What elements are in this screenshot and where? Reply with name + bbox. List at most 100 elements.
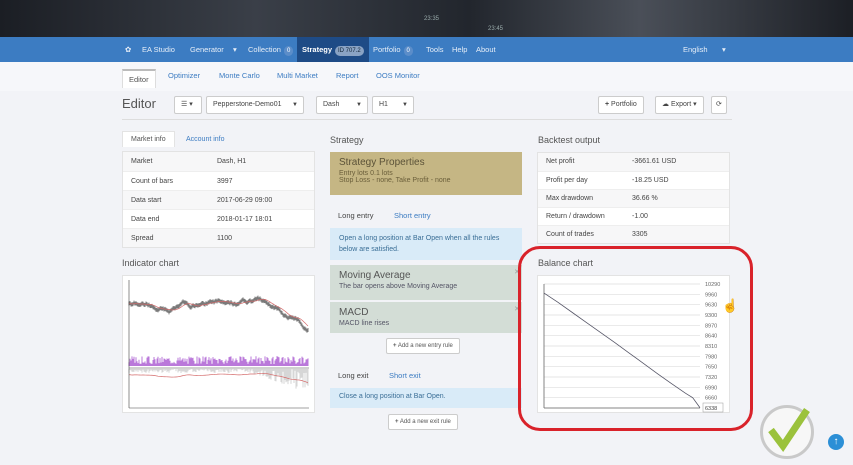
props-line: Stop Loss - none, Take Profit - none bbox=[339, 177, 451, 184]
rule-desc: MACD line rises bbox=[339, 320, 390, 327]
period-select[interactable]: H1 ▼ bbox=[372, 96, 414, 114]
caret-down-icon: ▼ bbox=[402, 102, 408, 108]
button-label: Portfolio bbox=[611, 101, 637, 108]
backtest-output-table: Net profit -3661.61 USD Profit per day -18.… bbox=[537, 152, 730, 244]
select-value: H1 bbox=[379, 101, 388, 108]
table-row: Max drawdown 36.66 % bbox=[538, 189, 729, 207]
checkmark-icon bbox=[768, 408, 810, 453]
nav-label: Strategy bbox=[302, 45, 333, 54]
language-select[interactable]: English bbox=[683, 37, 708, 62]
add-portfolio-button[interactable]: + Portfolio bbox=[598, 96, 644, 114]
nav-about[interactable]: About bbox=[476, 37, 496, 62]
id-badge: ID 707.2 bbox=[335, 46, 364, 56]
tab-long-entry[interactable]: Long entry bbox=[338, 211, 373, 220]
scroll-top-button[interactable]: ↑ bbox=[828, 434, 844, 450]
props-line: Entry lots 0.1 lots bbox=[339, 170, 393, 177]
indicator-chart-svg bbox=[128, 280, 309, 409]
rule-name: Moving Average bbox=[339, 270, 411, 281]
row-label: Max drawdown bbox=[546, 195, 594, 202]
indicator-chart-title: Indicator chart bbox=[122, 258, 180, 268]
plus-icon: + bbox=[605, 101, 610, 108]
tab-oos-monitor[interactable]: OOS Monitor bbox=[376, 71, 420, 80]
caret-down-icon[interactable]: ▾ bbox=[233, 37, 237, 62]
tab-report[interactable]: Report bbox=[336, 71, 359, 80]
row-value: 3305 bbox=[632, 231, 648, 238]
rule-name: MACD bbox=[339, 307, 369, 318]
hand-cursor-icon: ☝ bbox=[722, 298, 739, 313]
table-row: Market Dash, H1 bbox=[123, 152, 314, 171]
highlight-outline bbox=[518, 246, 753, 431]
caret-down-icon[interactable]: ▾ bbox=[722, 37, 726, 62]
row-label: Data start bbox=[131, 197, 162, 204]
table-row: Spread 1100 bbox=[123, 228, 314, 247]
plus-icon: + bbox=[395, 419, 399, 425]
add-entry-rule-button[interactable]: + Add a new entry rule bbox=[386, 338, 460, 354]
tab-short-entry[interactable]: Short entry bbox=[394, 211, 431, 220]
tab-optimizer[interactable]: Optimizer bbox=[168, 71, 200, 80]
row-label: Data end bbox=[131, 216, 160, 223]
nav-collection[interactable]: Collection 0 bbox=[248, 37, 294, 62]
menu-button[interactable]: ☰ ▾ bbox=[174, 96, 202, 114]
tab-short-exit[interactable]: Short exit bbox=[389, 371, 421, 380]
background-photo: 23:35 23:45 bbox=[0, 0, 853, 37]
row-value: 1100 bbox=[217, 235, 233, 242]
button-label: Add a new entry rule bbox=[397, 343, 453, 349]
row-value: -1.00 bbox=[632, 213, 648, 220]
table-row: Data start 2017-06-29 09:00 bbox=[123, 190, 314, 209]
row-value: -3661.61 USD bbox=[632, 158, 677, 165]
strategy-properties[interactable]: Strategy Properties Entry lots 0.1 lots … bbox=[330, 152, 522, 195]
nav-label: Collection bbox=[248, 45, 281, 54]
tab-editor[interactable]: Editor bbox=[122, 69, 156, 88]
page-title: Editor bbox=[122, 96, 156, 111]
props-title: Strategy Properties bbox=[339, 157, 425, 168]
tab-multi-market[interactable]: Multi Market bbox=[277, 71, 318, 80]
symbol-select[interactable]: Dash ▼ bbox=[316, 96, 368, 114]
table-row: Return / drawdown -1.00 bbox=[538, 207, 729, 225]
table-row: Net profit -3661.61 USD bbox=[538, 153, 729, 171]
nav-tools[interactable]: Tools bbox=[426, 37, 444, 62]
row-label: Return / drawdown bbox=[546, 213, 605, 220]
exit-description: Close a long position at Bar Open. bbox=[330, 388, 522, 408]
gear-icon[interactable]: ✿ bbox=[125, 37, 131, 62]
indicator-chart bbox=[122, 275, 315, 413]
row-value: Dash, H1 bbox=[217, 158, 247, 165]
entry-rule-macd[interactable]: MACD MACD line rises ✕ bbox=[330, 302, 522, 333]
row-label: Count of bars bbox=[131, 178, 174, 185]
refresh-button[interactable]: ⟳ bbox=[711, 96, 727, 114]
tab-account-info[interactable]: Account info bbox=[186, 136, 225, 143]
strategy-title: Strategy bbox=[330, 135, 364, 145]
row-value: -18.25 USD bbox=[632, 177, 669, 184]
entry-rule-moving-average[interactable]: Moving Average The bar opens above Movin… bbox=[330, 265, 522, 300]
table-row: Count of bars 3997 bbox=[123, 171, 314, 190]
tab-monte-carlo[interactable]: Monte Carlo bbox=[219, 71, 260, 80]
top-navbar: ✿ EA Studio Generator ▾ Collection 0 Stra… bbox=[0, 37, 853, 62]
caret-down-icon: ▼ bbox=[292, 102, 298, 108]
row-value: 2018-01-17 18:01 bbox=[217, 216, 273, 223]
nav-brand[interactable]: EA Studio bbox=[142, 37, 175, 62]
row-label: Count of trades bbox=[546, 231, 594, 238]
nav-generator[interactable]: Generator bbox=[190, 37, 224, 62]
count-badge: 0 bbox=[283, 46, 294, 56]
select-value: Dash bbox=[323, 101, 340, 108]
account-select[interactable]: Pepperstone-Demo01 ▼ bbox=[206, 96, 304, 114]
button-label: Add a new exit rule bbox=[399, 419, 451, 425]
tab-market-info[interactable]: Market info bbox=[122, 131, 175, 147]
row-value: 3997 bbox=[217, 178, 233, 185]
tab-long-exit[interactable]: Long exit bbox=[338, 371, 368, 380]
row-label: Profit per day bbox=[546, 177, 588, 184]
row-value: 36.66 % bbox=[632, 195, 658, 202]
nav-strategy[interactable]: Strategy ID 707.2 bbox=[297, 37, 369, 62]
table-row: Profit per day -18.25 USD bbox=[538, 171, 729, 189]
select-value: Pepperstone-Demo01 bbox=[213, 101, 282, 108]
table-row: Count of trades 3305 bbox=[538, 225, 729, 243]
add-exit-rule-button[interactable]: + Add a new exit rule bbox=[388, 414, 458, 430]
divider bbox=[122, 119, 732, 120]
market-info-table: Market Dash, H1 Count of bars 3997 Data star… bbox=[122, 151, 315, 248]
nav-help[interactable]: Help bbox=[452, 37, 467, 62]
button-label: Export bbox=[670, 101, 692, 108]
refresh-icon: ⟳ bbox=[716, 101, 722, 108]
nav-portfolio[interactable]: Portfolio 0 bbox=[373, 37, 413, 62]
entry-description: Open a long position at Bar Open when al… bbox=[330, 228, 522, 260]
export-button[interactable]: ☁ Export ▾ bbox=[655, 96, 704, 114]
row-label: Net profit bbox=[546, 158, 575, 165]
